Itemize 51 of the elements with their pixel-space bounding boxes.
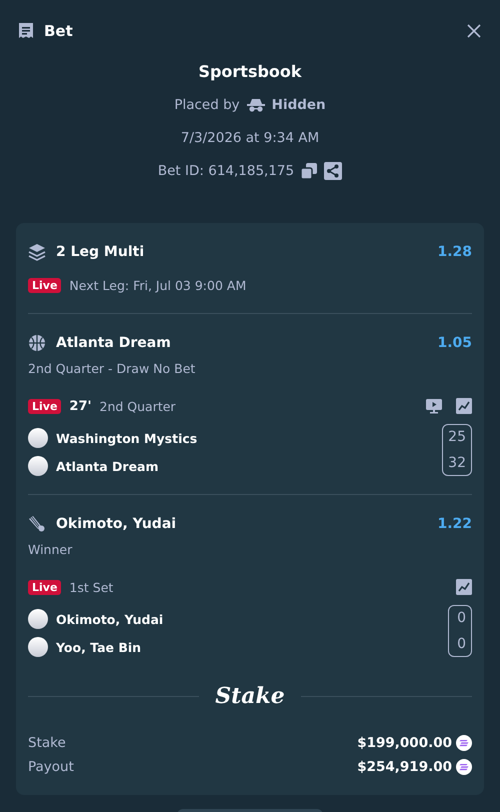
coin-icon bbox=[456, 759, 472, 775]
score: 25 bbox=[448, 428, 466, 447]
incognito-icon bbox=[246, 98, 266, 112]
modal-title: Bet bbox=[44, 22, 74, 40]
score: 0 bbox=[457, 609, 466, 628]
basketball-icon bbox=[28, 334, 46, 352]
live-badge: Live bbox=[28, 580, 62, 594]
match-period: 2nd Quarter bbox=[100, 398, 176, 414]
competitor-name: Okimoto, Yudai bbox=[56, 612, 164, 626]
copy-icon[interactable] bbox=[300, 162, 318, 180]
brand-logo: Stake bbox=[215, 683, 285, 709]
market-name: Winner bbox=[28, 542, 74, 557]
competitor-name: Washington Mystics bbox=[56, 430, 198, 446]
selection-title: Atlanta Dream bbox=[56, 335, 172, 351]
chart-icon[interactable] bbox=[456, 398, 472, 414]
amount: $199,000.00 bbox=[357, 735, 452, 751]
competitor-name: Yoo, Tae Bin bbox=[56, 640, 142, 654]
odds: 1.28 bbox=[437, 244, 472, 260]
match-clock: 27' bbox=[69, 398, 92, 414]
team-logo bbox=[28, 609, 48, 629]
next-leg-time: Next Leg: Fri, Jul 03 9:00 AM bbox=[69, 278, 246, 292]
bet-source-title: Sportsbook bbox=[198, 62, 302, 83]
team-logo bbox=[28, 428, 48, 448]
selection-title: Okimoto, Yudai bbox=[56, 516, 178, 532]
chart-icon[interactable] bbox=[456, 579, 472, 595]
receipt-icon bbox=[17, 22, 35, 40]
bet-id: Bet ID: 614,185,175 bbox=[158, 162, 294, 178]
odds: 1.22 bbox=[437, 516, 472, 532]
team-logo bbox=[28, 637, 48, 657]
share-icon[interactable] bbox=[324, 162, 342, 180]
match-period: 1st Set bbox=[69, 580, 114, 594]
placed-by-user: Hidden bbox=[272, 96, 326, 112]
layers-icon bbox=[28, 243, 46, 261]
coin-icon bbox=[456, 735, 472, 751]
score: 32 bbox=[448, 454, 466, 473]
live-badge: Live bbox=[28, 398, 62, 414]
total-label: Payout bbox=[28, 759, 75, 775]
live-badge: Live bbox=[28, 278, 62, 292]
shuttlecock-icon bbox=[28, 515, 46, 533]
total-label: Stake bbox=[28, 735, 67, 751]
amount: $254,919.00 bbox=[357, 759, 452, 775]
bet-datetime: 7/3/2026 at 9:34 AM bbox=[180, 128, 320, 148]
multi-title: 2 Leg Multi bbox=[56, 244, 146, 260]
team-logo bbox=[28, 456, 48, 476]
odds: 1.05 bbox=[437, 335, 472, 351]
tv-icon[interactable] bbox=[426, 398, 442, 414]
placed-by-label: Placed by bbox=[174, 96, 240, 112]
score: 0 bbox=[457, 635, 466, 654]
competitor-name: Atlanta Dream bbox=[56, 458, 159, 474]
close-button[interactable] bbox=[466, 23, 482, 39]
market-name: 2nd Quarter - Draw No Bet bbox=[28, 361, 196, 376]
